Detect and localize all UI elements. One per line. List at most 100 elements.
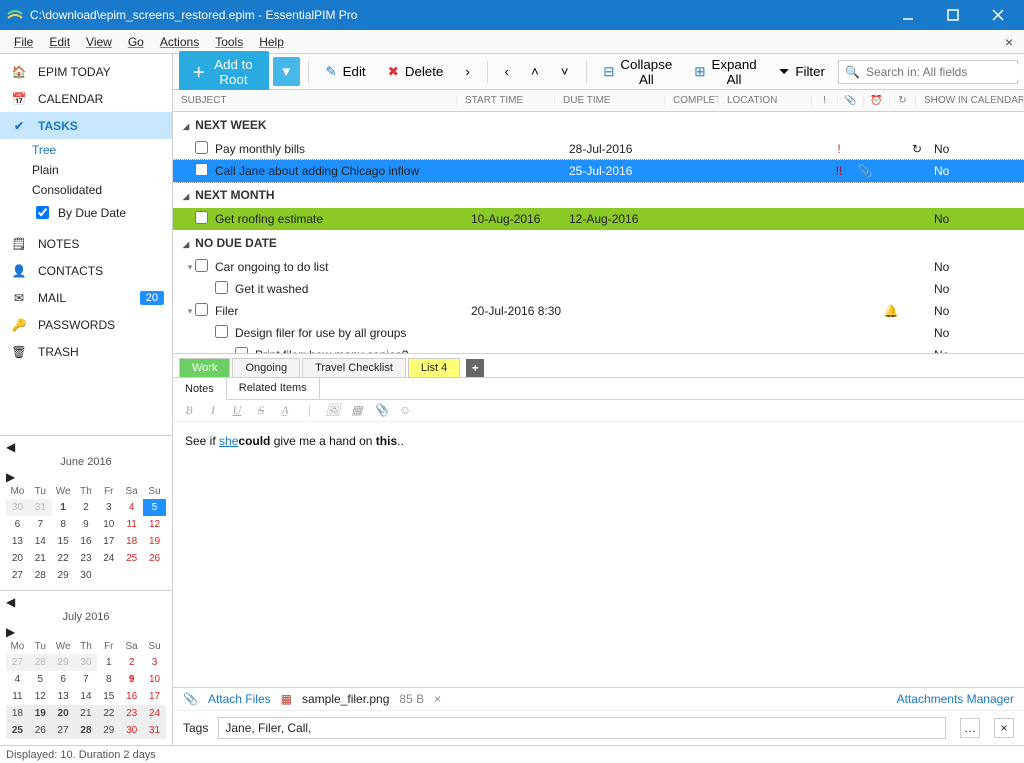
nav-contacts[interactable]: 👤CONTACTS <box>0 257 172 284</box>
add-tab-button[interactable]: + <box>466 359 484 377</box>
col-attachment-icon[interactable]: 📎 <box>838 95 864 106</box>
col-recurrence-icon[interactable]: ↻ <box>890 95 916 106</box>
tab-work[interactable]: Work <box>179 358 230 377</box>
attachments-manager-link[interactable]: Attachments Manager <box>897 692 1014 706</box>
mini-calendar-july[interactable]: ◀ July 2016 ▶ MoTuWeThFrSaSu 27282930123… <box>0 590 172 745</box>
menu-actions[interactable]: Actions <box>152 33 207 51</box>
sidebar: 🏠EPIM TODAY 📅CALENDAR ✔TASKS Tree Plain … <box>0 54 173 745</box>
window-title: C:\download\epim_screens_restored.epim -… <box>30 8 885 22</box>
mail-icon: ✉ <box>10 289 28 307</box>
tags-clear-button[interactable]: × <box>994 718 1014 738</box>
next-arrow-button[interactable]: › <box>456 59 478 84</box>
group-no-due-date[interactable]: NO DUE DATE <box>173 230 1024 256</box>
tasks-view-plain[interactable]: Plain <box>32 163 172 177</box>
tasks-view-tree[interactable]: Tree <box>32 143 172 157</box>
col-due[interactable]: DUE TIME <box>555 95 665 106</box>
group-next-month[interactable]: NEXT MONTH <box>173 182 1024 208</box>
col-subject[interactable]: SUBJECT <box>173 95 457 106</box>
tab-related-items[interactable]: Related Items <box>227 378 320 399</box>
tab-travel[interactable]: Travel Checklist <box>302 358 406 377</box>
tags-browse-button[interactable]: … <box>960 718 980 738</box>
task-row[interactable]: Pay monthly bills 28-Jul-2016 ! ↻ No <box>173 138 1024 160</box>
minimize-button[interactable] <box>885 0 930 30</box>
nav-up-button[interactable]: ˄ <box>522 59 548 84</box>
task-checkbox[interactable] <box>195 211 208 224</box>
by-due-date-checkbox[interactable] <box>36 206 49 219</box>
col-start[interactable]: START TIME <box>457 95 555 106</box>
menu-file[interactable]: File <box>6 33 41 51</box>
task-checkbox[interactable] <box>195 163 208 176</box>
cal-next-icon[interactable]: ▶ <box>6 470 15 484</box>
tasks-view-consolidated[interactable]: Consolidated <box>32 183 172 197</box>
tab-close-icon[interactable]: × <box>1000 34 1018 50</box>
attached-file[interactable]: sample_filer.png <box>302 692 389 706</box>
menu-view[interactable]: View <box>78 33 120 51</box>
attach-files-button[interactable]: Attach Files <box>208 692 271 706</box>
col-location[interactable]: LOCATION <box>719 95 812 106</box>
menu-go[interactable]: Go <box>120 33 152 51</box>
menu-tools[interactable]: Tools <box>207 33 251 51</box>
bold-icon[interactable]: B <box>181 403 197 418</box>
search-box[interactable]: 🔍 <box>838 60 1018 84</box>
tab-list4[interactable]: List 4 <box>408 358 460 377</box>
tasks-by-due-date[interactable]: By Due Date <box>32 203 172 222</box>
cal-prev-icon[interactable]: ◀ <box>6 440 15 454</box>
task-checkbox[interactable] <box>215 325 228 338</box>
task-list[interactable]: NEXT WEEK Pay monthly bills 28-Jul-2016 … <box>173 112 1024 353</box>
nav-back-button[interactable]: ‹ <box>496 59 518 84</box>
font-color-icon[interactable]: A̲ <box>277 403 293 418</box>
collapse-all-button[interactable]: ⊟Collapse All <box>594 52 681 92</box>
emoji-icon[interactable]: ☺ <box>397 403 413 418</box>
menu-edit[interactable]: Edit <box>41 33 78 51</box>
italic-icon[interactable]: I <box>205 403 221 418</box>
mini-calendar-june[interactable]: ◀ June 2016 ▶ MoTuWeThFrSaSu 303112345 6… <box>0 435 172 590</box>
col-completion[interactable]: COMPLETI... <box>665 95 719 106</box>
filter-button[interactable]: ⏷Filter <box>770 59 834 85</box>
underline-icon[interactable]: U <box>229 403 245 418</box>
task-checkbox[interactable] <box>215 281 228 294</box>
task-checkbox[interactable] <box>195 141 208 154</box>
tags-input[interactable]: Jane, Filer, Call, <box>218 717 946 739</box>
search-input[interactable] <box>860 64 1023 80</box>
nav-down-button[interactable]: ˅ <box>552 59 578 84</box>
cal-next-icon[interactable]: ▶ <box>6 625 15 639</box>
nav-notes[interactable]: 🗒NOTES <box>0 230 172 257</box>
nav-mail[interactable]: ✉MAIL20 <box>0 284 172 311</box>
task-row[interactable]: Print filer; how many copies? No <box>173 344 1024 353</box>
nav-epim-today[interactable]: 🏠EPIM TODAY <box>0 58 172 85</box>
table-icon[interactable]: ▦ <box>349 403 365 418</box>
maximize-button[interactable] <box>930 0 975 30</box>
col-show-in-calendar[interactable]: SHOW IN CALENDAR <box>916 95 1024 106</box>
group-next-week[interactable]: NEXT WEEK <box>173 112 1024 138</box>
note-editor[interactable]: See if shecould give me a hand on this.. <box>173 422 1024 687</box>
add-dropdown-button[interactable]: ▼ <box>273 57 300 86</box>
col-priority-icon[interactable]: ! <box>812 95 838 106</box>
nav-calendar[interactable]: 📅CALENDAR <box>0 85 172 112</box>
nav-passwords[interactable]: 🔑PASSWORDS <box>0 311 172 338</box>
nav-tasks[interactable]: ✔TASKS <box>0 112 172 139</box>
delete-button[interactable]: ✖Delete <box>379 59 453 85</box>
task-row[interactable]: ▾ Filer 20-Jul-2016 8:30 🔔 No <box>173 300 1024 322</box>
nav-trash[interactable]: 🗑TRASH <box>0 338 172 365</box>
cal-prev-icon[interactable]: ◀ <box>6 595 15 609</box>
tab-notes[interactable]: Notes <box>173 379 227 400</box>
task-checkbox[interactable] <box>195 259 208 272</box>
close-button[interactable] <box>975 0 1020 30</box>
tab-ongoing[interactable]: Ongoing <box>232 358 300 377</box>
image-icon[interactable]: 🖼 <box>325 403 341 418</box>
task-row[interactable]: Get roofing estimate 10-Aug-201612-Aug-2… <box>173 208 1024 230</box>
expand-all-button[interactable]: ⊞Expand All <box>685 52 765 92</box>
add-to-root-button[interactable]: ＋Add to Root <box>179 51 269 93</box>
strike-icon[interactable]: S <box>253 403 269 418</box>
remove-attachment-icon[interactable]: × <box>434 692 441 706</box>
column-header[interactable]: SUBJECT START TIME DUE TIME COMPLETI... … <box>173 90 1024 112</box>
col-alarm-icon[interactable]: ⏰ <box>864 95 890 106</box>
task-checkbox[interactable] <box>195 303 208 316</box>
task-row[interactable]: Get it washed No <box>173 278 1024 300</box>
attach-icon[interactable]: 📎 <box>373 403 389 418</box>
task-row[interactable]: ▾ Car ongoing to do list No <box>173 256 1024 278</box>
menu-help[interactable]: Help <box>251 33 292 51</box>
task-row[interactable]: Design filer for use by all groups No <box>173 322 1024 344</box>
edit-button[interactable]: ✎Edit <box>317 59 375 85</box>
x-icon: ✖ <box>388 64 399 80</box>
